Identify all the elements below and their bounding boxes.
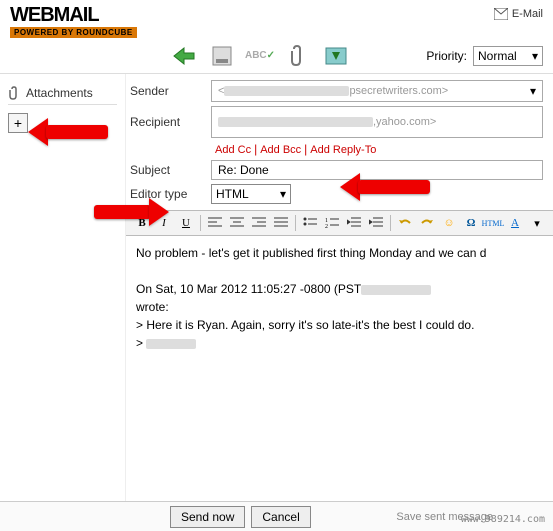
redo-button[interactable] [417,214,437,232]
add-attachment-button[interactable]: + [8,113,28,133]
editor-type-value: HTML [216,187,249,201]
attachments-label: Attachments [26,86,93,100]
emoji-button[interactable]: ☺ [439,214,459,232]
align-center-button[interactable] [227,214,247,232]
add-cc-link[interactable]: Add Cc [215,144,251,156]
logo-title: WEBMAIL [10,4,137,27]
bullet-list-button[interactable] [300,214,320,232]
quote-line: On Sat, 10 Mar 2012 11:05:27 -0800 (PST [136,280,543,298]
priority-label: Priority: [426,49,467,63]
cancel-button[interactable]: Cancel [251,506,310,528]
italic-button[interactable]: I [154,214,174,232]
recipient-label: Recipient [126,115,211,129]
compose-main: Sender <psecretwriters.com> ▾ Recipient … [126,74,553,501]
sidebar: Attachments + [0,74,126,501]
recipient-domain: ,yahoo.com> [373,116,436,128]
editor-toolbar: B I U 12 ☺ Ω HTML A ▾ [126,210,553,236]
logo-subtitle: POWERED BY ROUNDCUBE [10,27,137,38]
symbol-button[interactable]: Ω [461,214,481,232]
priority-value: Normal [478,49,517,63]
font-color-button[interactable]: A [505,214,525,232]
spellcheck-icon[interactable]: ABC✓ [246,42,274,70]
quote-line: > Here it is Ryan. Again, sorry it's so … [136,316,543,334]
back-icon[interactable] [170,42,198,70]
webmail-logo: WEBMAIL POWERED BY ROUNDCUBE [10,4,137,38]
align-left-button[interactable] [205,214,225,232]
quote-line: wrote: [136,298,543,316]
signature-icon[interactable] [322,42,350,70]
chevron-down-icon: ▾ [532,49,538,63]
numbered-list-button[interactable]: 12 [322,214,342,232]
chevron-down-icon[interactable]: ▾ [527,214,547,232]
html-button[interactable]: HTML [483,214,503,232]
recipient-field[interactable]: ,yahoo.com> [211,106,543,138]
outdent-button[interactable] [344,214,364,232]
bold-button[interactable]: B [132,214,152,232]
plus-icon: + [14,115,22,131]
attachments-header: Attachments [8,82,117,105]
svg-text:2: 2 [325,224,328,229]
underline-button[interactable]: U [176,214,196,232]
watermark: www.989214.com [461,514,545,525]
chevron-down-icon: ▾ [530,84,536,98]
send-button[interactable]: Send now [170,506,245,528]
editor-type-label: Editor type [126,187,211,201]
email-link-label: E-Mail [512,8,543,20]
sender-domain: psecretwriters.com> [349,85,448,97]
message-body[interactable]: No problem - let's get it published firs… [126,236,553,360]
undo-button[interactable] [395,214,415,232]
priority-select[interactable]: Normal ▾ [473,46,543,66]
sender-label: Sender [126,84,211,98]
subject-label: Subject [126,163,211,177]
attach-icon[interactable] [284,42,312,70]
editor-type-select[interactable]: HTML ▾ [211,184,291,204]
email-link[interactable]: E-Mail [494,4,543,20]
paperclip-icon [8,86,20,100]
add-bcc-link[interactable]: Add Bcc [260,144,301,156]
subject-input[interactable]: Re: Done [211,160,543,180]
sender-field[interactable]: <psecretwriters.com> ▾ [211,80,543,102]
quote-line: > [136,334,543,352]
envelope-icon [494,8,508,20]
indent-button[interactable] [366,214,386,232]
save-draft-icon[interactable] [208,42,236,70]
align-right-button[interactable] [249,214,269,232]
chevron-down-icon: ▾ [280,187,286,201]
compose-toolbar: ABC✓ Priority: Normal ▾ [0,38,553,74]
body-line: No problem - let's get it published firs… [136,244,543,262]
align-justify-button[interactable] [271,214,291,232]
add-replyto-link[interactable]: Add Reply-To [310,144,376,156]
